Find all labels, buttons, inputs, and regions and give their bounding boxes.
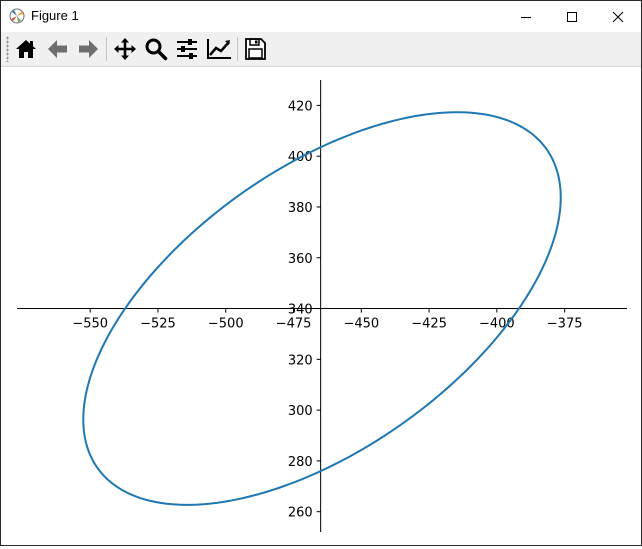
x-tick-label: −375	[547, 317, 583, 332]
maximize-icon	[567, 11, 577, 22]
move-icon	[114, 38, 136, 60]
maximize-button[interactable]	[549, 1, 595, 32]
y-tick-label: 260	[288, 506, 313, 521]
forward-button[interactable]	[74, 35, 102, 63]
toolbar-separator	[237, 37, 238, 61]
y-tick-label: 360	[288, 252, 313, 267]
minimize-icon	[521, 16, 531, 18]
save-button[interactable]	[241, 35, 269, 63]
toolbar-separator	[106, 37, 107, 61]
home-icon	[16, 40, 36, 58]
plot-svg: −550 −525 −500 −475 −450 −425 −400 −375 260 280 30…	[17, 80, 627, 532]
figure-canvas[interactable]: −550 −525 −500 −475 −450 −425 −400 −375 260 280 30…	[1, 67, 641, 545]
sliders-icon	[177, 39, 197, 59]
y-tick-label: 280	[288, 455, 313, 470]
x-tick-label: −550	[72, 317, 108, 332]
home-button[interactable]	[12, 35, 40, 63]
title-bar[interactable]: Figure 1	[1, 1, 641, 32]
x-tick-label: −425	[411, 317, 447, 332]
navigation-toolbar	[1, 32, 641, 67]
y-tick-label: 300	[288, 404, 313, 419]
x-tick-label: −525	[140, 317, 176, 332]
forward-arrow-icon	[79, 40, 98, 58]
x-tick-label: −475	[276, 317, 312, 332]
floppy-disk-icon	[245, 38, 266, 60]
y-tick-label: 380	[288, 201, 313, 216]
close-button[interactable]	[595, 1, 641, 32]
x-tick-label: −500	[208, 317, 244, 332]
x-tick-label: −450	[343, 317, 379, 332]
close-icon	[612, 11, 624, 22]
y-tick-label: 340	[288, 303, 313, 318]
minimize-button[interactable]	[503, 1, 549, 32]
x-tick-label: −400	[479, 317, 515, 332]
back-arrow-icon	[48, 40, 67, 58]
back-button[interactable]	[44, 35, 72, 63]
y-tick-label: 420	[288, 99, 313, 114]
figure-window: Figure 1 −550 −525 −500 −475 −450 −425 −…	[0, 0, 642, 546]
zoom-button[interactable]	[142, 35, 170, 63]
matplotlib-logo-icon	[9, 8, 25, 24]
line-chart-icon	[207, 39, 231, 59]
y-tick-label: 320	[288, 353, 313, 368]
configure-subplots-button[interactable]	[173, 35, 201, 63]
window-title: Figure 1	[31, 8, 79, 23]
pan-button[interactable]	[111, 35, 139, 63]
toolbar-grip[interactable]	[6, 36, 9, 62]
magnifier-icon	[145, 38, 168, 61]
edit-axis-button[interactable]	[205, 35, 233, 63]
